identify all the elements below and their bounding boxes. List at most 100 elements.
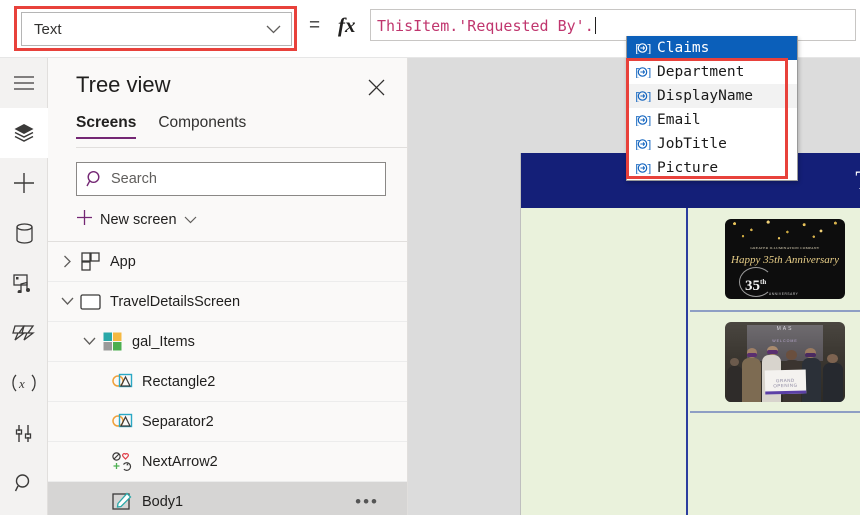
photo-face-mask	[746, 352, 758, 357]
property-dropdown-highlight-box: Text	[14, 6, 297, 51]
rail-item-data[interactable]	[0, 208, 48, 258]
tree-item-label: NextArrow2	[142, 453, 218, 470]
plus-icon	[13, 172, 35, 194]
tree-item-label: Body1	[142, 493, 184, 510]
intellisense-item-claims[interactable]: [ ] Claims	[627, 36, 797, 60]
intellisense-item-label: DisplayName	[657, 88, 754, 104]
close-icon[interactable]	[365, 76, 387, 98]
gallery-right-column: GREATER ILLUMINATION COMPANY Happy 35th …	[690, 208, 860, 515]
record-field-icon: [ ]	[633, 161, 652, 175]
photo-overlay-title: MAS	[776, 325, 794, 332]
photo-person-head	[729, 357, 740, 367]
rail-item-media[interactable]	[0, 258, 48, 308]
variables-x-icon: x	[11, 373, 37, 393]
confetti-decoration	[725, 219, 845, 245]
rail-item-hamburger-menu[interactable]	[0, 58, 48, 108]
svg-text:]: ]	[646, 164, 651, 174]
photo-face-mask	[767, 350, 778, 355]
intellisense-item-label: Email	[657, 112, 701, 128]
left-icon-rail: x	[0, 58, 48, 515]
power-automate-icon	[12, 323, 36, 343]
photo-person-head	[827, 354, 838, 364]
intellisense-item-displayname[interactable]: [ ] DisplayName	[627, 84, 797, 108]
rail-item-search[interactable]	[0, 458, 48, 508]
tree-item-gal-items[interactable]: gal_Items	[48, 322, 407, 362]
shape-icon	[110, 412, 134, 431]
rail-item-tree-view[interactable]	[0, 108, 48, 158]
search-icon	[14, 473, 34, 493]
intellisense-item-email[interactable]: [ ] Email	[627, 108, 797, 132]
rail-item-insert[interactable]	[0, 158, 48, 208]
chevron-right-icon[interactable]	[56, 255, 78, 268]
svg-text:]: ]	[646, 92, 651, 102]
rail-item-advanced-tools[interactable]	[0, 408, 48, 458]
tree-item-label: App	[110, 253, 136, 270]
card-headline: Happy 35th Anniversary	[731, 254, 839, 266]
tabs-divider	[76, 147, 407, 148]
property-dropdown[interactable]: Text	[21, 12, 292, 46]
photo-person	[741, 357, 761, 402]
photo-banner: GRAND OPENING	[764, 368, 806, 395]
rail-item-power-automate[interactable]	[0, 308, 48, 358]
tree-item-separator2[interactable]: Separator2	[48, 402, 407, 442]
record-field-icon: [ ]	[633, 41, 652, 55]
intellisense-item-picture[interactable]: [ ] Picture	[627, 156, 797, 180]
gallery-cell-3[interactable]	[690, 413, 860, 513]
tree-item-traveldetailsscreen[interactable]: TravelDetailsScreen	[48, 282, 407, 322]
card-badge-suffix: th	[760, 278, 767, 286]
tab-components[interactable]: Components	[158, 114, 246, 139]
tab-screens[interactable]: Screens	[76, 114, 137, 139]
hamburger-icon	[13, 75, 35, 91]
equals-symbol: =	[309, 15, 321, 36]
chevron-down-icon[interactable]	[56, 297, 78, 306]
gallery-cell-1[interactable]: GREATER ILLUMINATION COMPANY Happy 35th …	[690, 208, 860, 312]
tree-item-label: gal_Items	[132, 333, 195, 350]
card-badge: 35th	[745, 278, 766, 295]
intellisense-item-label: JobTitle	[657, 136, 727, 152]
label-icon	[110, 492, 134, 511]
tree-item-body1[interactable]: Body1 •••	[48, 482, 407, 515]
svg-text:]: ]	[646, 44, 651, 54]
search-container	[76, 162, 386, 196]
new-screen-label: New screen	[100, 212, 177, 228]
tree-view-tabs: Screens Components	[76, 114, 407, 148]
app-screen-preview[interactable]: Tr GREATER ILLUMINATION COMPANY Happy 35…	[520, 153, 860, 515]
plus-icon	[76, 209, 93, 231]
tree-item-rectangle2[interactable]: Rectangle2	[48, 362, 407, 402]
gallery-cell-2[interactable]: MAS WELCOME GRAND OPENING	[690, 312, 860, 413]
intellisense-item-department[interactable]: [ ] Department	[627, 60, 797, 84]
rail-item-variables[interactable]: x	[0, 358, 48, 408]
text-caret	[594, 17, 596, 34]
app-icon	[78, 252, 102, 271]
anniversary-card-image: GREATER ILLUMINATION COMPANY Happy 35th …	[725, 219, 845, 299]
svg-text:]: ]	[646, 68, 651, 78]
svg-text:]: ]	[646, 116, 651, 126]
card-badge-sub: ANNIVERSARY	[769, 292, 799, 296]
media-icon	[13, 273, 35, 293]
search-box[interactable]	[76, 162, 386, 196]
icon-shape-icon	[110, 452, 134, 471]
intellisense-item-label: Claims	[657, 40, 710, 56]
photo-person	[727, 366, 743, 402]
record-field-icon: [ ]	[633, 65, 652, 79]
intellisense-item-jobtitle[interactable]: [ ] JobTitle	[627, 132, 797, 156]
intellisense-dropdown[interactable]: [ ] Claims [ ] Department	[626, 36, 798, 181]
intellisense-item-label: Department	[657, 64, 745, 80]
record-field-icon: [ ]	[633, 137, 652, 151]
tree-item-more-menu[interactable]: •••	[355, 493, 379, 510]
gallery-icon	[100, 332, 124, 351]
app-header-title: Tr	[855, 166, 860, 196]
tree-item-label: Rectangle2	[142, 373, 216, 390]
new-screen-button[interactable]: New screen	[76, 204, 226, 236]
fx-icon: fx	[338, 13, 356, 37]
tree-item-nextarrow2[interactable]: NextArrow2	[48, 442, 407, 482]
photo-overlay-sub: WELCOME	[772, 339, 798, 344]
tree-item-app[interactable]: App	[48, 242, 407, 282]
search-input[interactable]	[106, 171, 376, 187]
photo-face-mask	[805, 352, 817, 357]
record-field-icon: [ ]	[633, 113, 652, 127]
record-field-icon: [ ]	[633, 89, 652, 103]
card-company-name: GREATER ILLUMINATION COMPANY	[750, 246, 820, 250]
tree-items-list: App TravelDetailsScreen gal_Items Rectan…	[48, 242, 407, 515]
chevron-down-icon[interactable]	[78, 337, 100, 346]
